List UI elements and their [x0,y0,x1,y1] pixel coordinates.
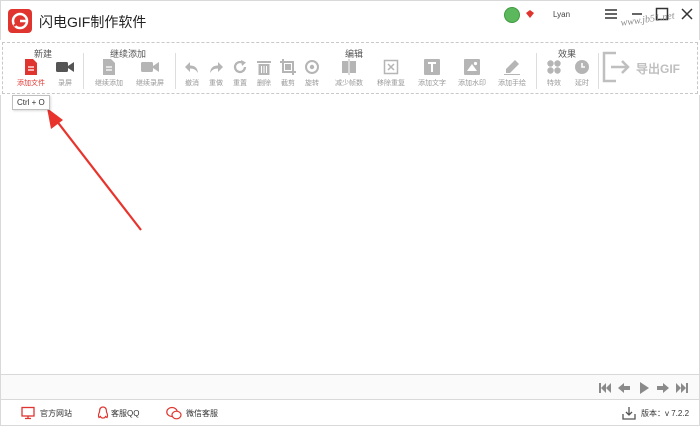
redo-label: 重做 [209,80,223,87]
file-icon [103,59,115,75]
record-screen-button[interactable]: 录屏 [53,59,77,88]
continue-add-button[interactable]: 继续添加 [91,59,127,88]
app-logo [8,9,32,33]
add-text-label: 添加文字 [418,80,446,87]
support-qq-label: 客服QQ [111,409,140,418]
add-text-button[interactable]: 添加文字 [412,59,452,88]
official-site-label: 官方网站 [40,409,72,418]
crop-icon [280,59,296,75]
video-camera-icon [56,62,74,72]
wechat-support-link[interactable]: 微信客服 [166,406,226,420]
export-gif-label: 导出GIF [636,62,680,76]
monitor-icon [21,406,35,420]
wechat-icon [166,406,182,420]
undo-icon [185,62,198,73]
clock-icon [575,60,589,74]
continue-record-label: 继续录屏 [136,80,164,87]
play-icon[interactable] [637,381,651,395]
redo-icon [210,62,223,73]
trash-icon [257,61,271,75]
special-effects-label: 特效 [547,80,561,87]
separator [175,53,176,89]
username: Lyan [553,10,571,19]
export-icon [602,51,630,83]
delete-label: 删除 [257,80,271,87]
vip-badge-icon[interactable] [525,9,535,19]
close-icon[interactable] [678,5,696,23]
annotation-arrow-icon [47,108,142,231]
crop-label: 截剪 [281,80,295,87]
footer-bar: 官方网站 客服QQ 微信客服 版本：v 7.2.2 [0,400,700,426]
split-frames-icon [342,59,356,75]
logo-icon [11,12,29,30]
menu-icon[interactable] [602,5,620,23]
reduce-frames-button[interactable]: 减少帧数 [329,59,369,88]
add-watermark-button[interactable]: 添加水印 [452,59,492,88]
first-frame-icon[interactable] [598,381,612,395]
rotate-button[interactable]: 旋转 [301,59,323,88]
playback-bar [0,374,700,400]
title-bar: 闪电GIF制作软件 Lyan [0,0,700,40]
shortcut-tooltip: Ctrl + O [12,95,50,110]
avatar[interactable] [504,7,520,23]
add-file-label: 添加文件 [17,80,45,87]
undo-label: 撤消 [185,80,199,87]
text-icon [424,59,440,75]
continue-record-button[interactable]: 继续录屏 [132,59,168,88]
rotate-label: 旋转 [305,80,319,87]
export-gif-button[interactable]: 导出GIF [600,49,692,85]
frame-canvas[interactable] [0,95,700,374]
version-label: 版本：v 7.2.2 [641,409,690,418]
delay-label: 延时 [575,80,589,87]
undo-button[interactable]: 撤消 [181,59,203,88]
separator [83,53,84,89]
pen-icon [504,60,520,75]
delay-button[interactable]: 延时 [571,59,593,88]
special-effects-button[interactable]: 特效 [543,59,565,88]
remove-duplicates-label: 移除重复 [377,80,405,87]
watermark-icon [464,59,480,75]
redo-button[interactable]: 重做 [205,59,227,88]
previous-frame-icon[interactable] [617,381,631,395]
separator [598,53,599,89]
support-qq-link[interactable]: 客服QQ [96,406,151,420]
qq-penguin-icon [97,406,109,419]
toolbar: 新建 继续添加 编辑 效果 添加文件 录屏 继续添加 继续录屏 撤消 重做 重置… [2,42,698,94]
official-site-link[interactable]: 官方网站 [21,406,81,420]
file-icon [25,59,37,75]
add-handwriting-label: 添加手绘 [498,80,526,87]
remove-duplicates-button[interactable]: 移除重复 [371,59,411,88]
add-watermark-label: 添加水印 [458,80,486,87]
rotate-icon [305,60,319,74]
last-frame-icon[interactable] [675,381,689,395]
record-screen-label: 录屏 [58,80,72,87]
next-frame-icon[interactable] [656,381,670,395]
video-camera-icon [141,62,159,72]
effects-icon [547,60,561,74]
reset-button[interactable]: 重置 [229,59,251,88]
delete-button[interactable]: 删除 [253,59,275,88]
refresh-icon [233,60,247,74]
crop-button[interactable]: 截剪 [277,59,299,88]
app-title: 闪电GIF制作软件 [39,14,147,30]
remove-frame-icon [383,59,399,75]
wechat-support-label: 微信客服 [186,409,218,418]
add-file-button[interactable]: 添加文件 [13,59,49,88]
reduce-frames-label: 减少帧数 [335,80,363,87]
download-icon[interactable] [622,406,636,420]
separator [536,53,537,89]
add-handwriting-button[interactable]: 添加手绘 [492,59,532,88]
reset-label: 重置 [233,80,247,87]
continue-add-label: 继续添加 [95,80,123,87]
